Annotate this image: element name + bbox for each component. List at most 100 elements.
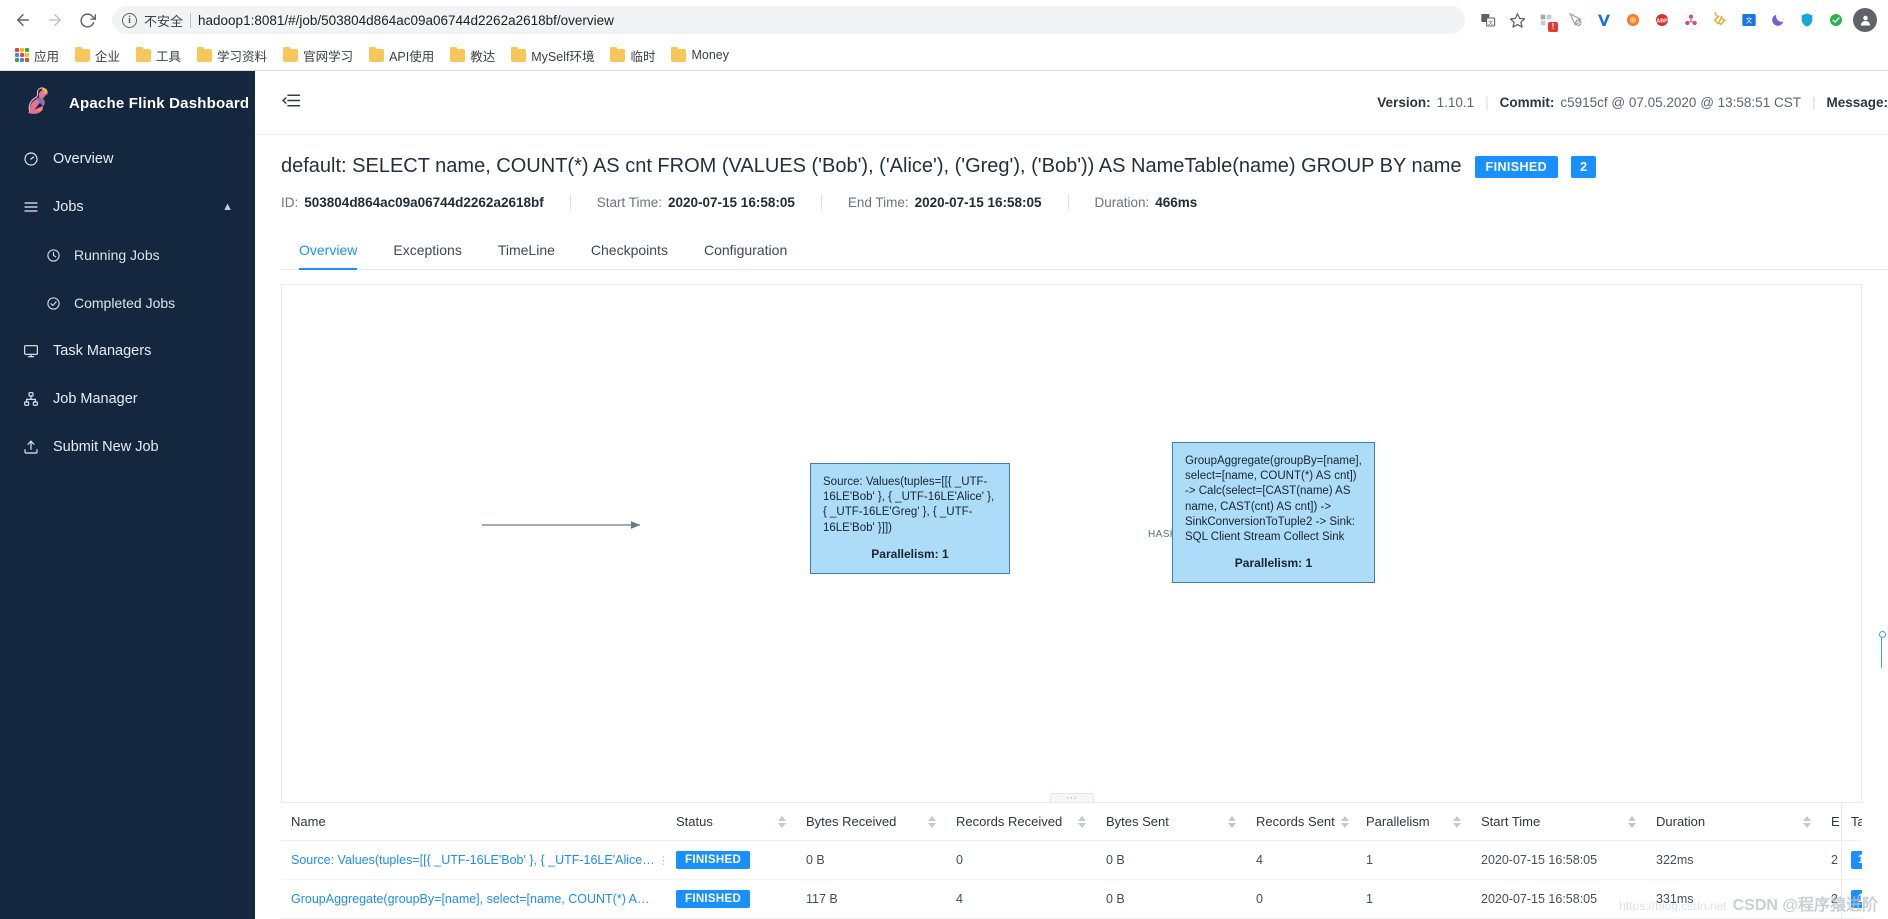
moon-icon[interactable] [1765,7,1791,33]
divider: | [1811,95,1816,110]
col-bytes-received[interactable]: Bytes Received [796,803,946,841]
sidebar-item-label: Job Manager [53,391,138,407]
col-bytes-sent[interactable]: Bytes Sent [1096,803,1246,841]
col-name[interactable]: Name [281,803,666,841]
id-label: ID: [281,194,299,210]
bookmark-label: 学习资料 [217,49,268,64]
proxy-icon[interactable] [1678,7,1704,33]
sort-icon[interactable] [778,815,786,828]
tab-checkpoints[interactable]: Checkpoints [573,232,686,269]
bookmark-label: 临时 [630,49,656,64]
col-records-received[interactable]: Records Received [946,803,1096,841]
sort-icon[interactable] [1628,815,1636,828]
sidebar-item-completed-jobs[interactable]: Completed Jobs [0,279,255,327]
back-arrow-icon[interactable] [8,5,38,35]
reload-icon[interactable] [72,5,102,35]
vertex-name-link[interactable]: GroupAggregate(groupBy=[name], select=[n… [291,892,656,906]
menu-fold-icon[interactable] [281,90,302,115]
tab-exceptions[interactable]: Exceptions [375,232,479,269]
check-circle-icon[interactable] [1823,7,1849,33]
folder-icon [610,46,626,62]
sidebar-item-submit-new-job[interactable]: Submit New Job [0,423,255,471]
sidebar-item-job-manager[interactable]: Job Manager [0,375,255,423]
sidebar-item-jobs[interactable]: Jobs ▲ [0,183,255,231]
sidebar-item-task-managers[interactable]: Task Managers [0,327,255,375]
cell-name[interactable]: GroupAggregate(groupBy=[name], select=[n… [281,879,666,919]
abp-icon[interactable]: ABP [1649,7,1675,33]
translate-icon[interactable]: 文 [1475,7,1501,33]
job-tabs: Overview Exceptions TimeLine Checkpoints… [281,232,1888,270]
sidebar-item-running-jobs[interactable]: Running Jobs [0,231,255,279]
bookmark-apps[interactable]: 应用 [8,43,66,68]
col-parallelism[interactable]: Parallelism [1356,803,1471,841]
bookmark-linshi[interactable]: 临时 [603,43,662,68]
translate-ext-icon[interactable]: 文 [1736,7,1762,33]
bookmark-label: 工具 [156,49,182,64]
bookmark-gongju[interactable]: 工具 [129,43,188,68]
profile-avatar-icon[interactable] [1852,7,1878,33]
graph-node-groupaggregate[interactable]: GroupAggregate(groupBy=[name], select=[n… [1172,442,1375,583]
start-time-value: 2020-07-15 16:58:05 [668,194,795,210]
message-label: Message: [1826,95,1888,110]
col-start-time[interactable]: Start Time [1471,803,1646,841]
column-resize-handle[interactable]: ⋮ [658,843,666,877]
graph-node-source[interactable]: Source: Values(tuples=[[{ _UTF-16LE'Bob'… [810,463,1010,574]
cell-duration: 322ms [1646,840,1821,880]
brand[interactable]: Apache Flink Dashboard [0,71,255,135]
sort-icon[interactable] [1803,815,1811,828]
browser-toolbar-icons: 文 ! ABP 文 [1475,7,1878,33]
bookmark-star-icon[interactable] [1504,7,1530,33]
graph-node-parallelism: Parallelism: 1 [871,546,949,561]
col-records-sent[interactable]: Records Sent [1246,803,1356,841]
col-duration[interactable]: Duration [1646,803,1821,841]
end-time-value: 2020-07-15 16:58:05 [914,194,1042,210]
main-content: Version: 1.10.1 | Commit: c5915cf @ 07.0… [255,71,1888,919]
cursor-block-icon[interactable] [1562,7,1588,33]
shield-icon[interactable] [1794,7,1820,33]
sort-icon[interactable] [1078,815,1086,828]
table-row[interactable]: Source: Values(tuples=[[{ _UTF-16LE'Bob'… [281,840,1862,880]
bookmark-qiye[interactable]: 企业 [68,43,127,68]
vimium-icon[interactable] [1591,7,1617,33]
url-text[interactable]: hadoop1:8081/#/job/503804d864ac09a06744d… [198,13,1455,28]
bookmark-guanwangxuexi[interactable]: 官网学习 [276,43,360,68]
tab-configuration[interactable]: Configuration [686,232,805,269]
bookmark-money[interactable]: Money [664,45,736,65]
cell-name[interactable]: Source: Values(tuples=[[{ _UTF-16LE'Bob'… [281,840,666,880]
cell-status: FINISHED [666,879,796,919]
firefox-color-icon[interactable] [1620,7,1646,33]
bookmark-myselfhuanjing[interactable]: MySelf环境 [504,43,601,68]
sort-icon[interactable] [1453,815,1461,828]
sidebar-item-label: Completed Jobs [74,295,176,311]
site-info-icon[interactable]: i [122,12,137,28]
address-bar[interactable]: i 不安全 hadoop1:8081/#/job/503804d864ac09a… [112,6,1465,34]
col-tasks[interactable]: Tasks [1841,803,1862,841]
tasks-badge: 1 [1851,890,1862,908]
tools-icon[interactable] [1707,7,1733,33]
col-end-time-truncated[interactable]: E [1821,803,1841,841]
forward-arrow-icon[interactable] [40,5,70,35]
resize-handle[interactable]: ··· [1049,792,1094,802]
browser-chrome: i 不安全 hadoop1:8081/#/job/503804d864ac09a… [0,0,1888,71]
sort-icon[interactable] [928,815,936,828]
cell-records-sent: 0 [1246,879,1356,919]
bookmark-jiaoda[interactable]: 教达 [443,43,502,68]
extension-warning-icon[interactable]: ! [1533,7,1559,33]
col-status[interactable]: Status [666,803,796,841]
bookmark-apishiyong[interactable]: API使用 [362,43,441,68]
version-value: 1.10.1 [1436,95,1475,110]
sidebar-item-overview[interactable]: Overview [0,135,255,183]
vertex-name-link[interactable]: Source: Values(tuples=[[{ _UTF-16LE'Bob'… [291,853,656,867]
table-row[interactable]: GroupAggregate(groupBy=[name], select=[n… [281,879,1862,919]
tab-timeline[interactable]: TimeLine [480,232,573,269]
chevron-up-icon[interactable]: ▲ [222,201,233,213]
tab-overview[interactable]: Overview [281,232,375,270]
bookmark-xuexiziliao[interactable]: 学习资料 [190,43,274,68]
scroll-indicator[interactable] [1879,631,1886,671]
sort-icon[interactable] [1228,815,1236,828]
cell-duration: 331ms [1646,879,1821,919]
sort-icon[interactable] [1340,815,1349,828]
page-title: default: SELECT name, COUNT(*) AS cnt FR… [281,155,1462,177]
graph-edges [482,521,640,529]
job-graph[interactable]: Source: Values(tuples=[[{ _UTF-16LE'Bob'… [281,284,1862,803]
